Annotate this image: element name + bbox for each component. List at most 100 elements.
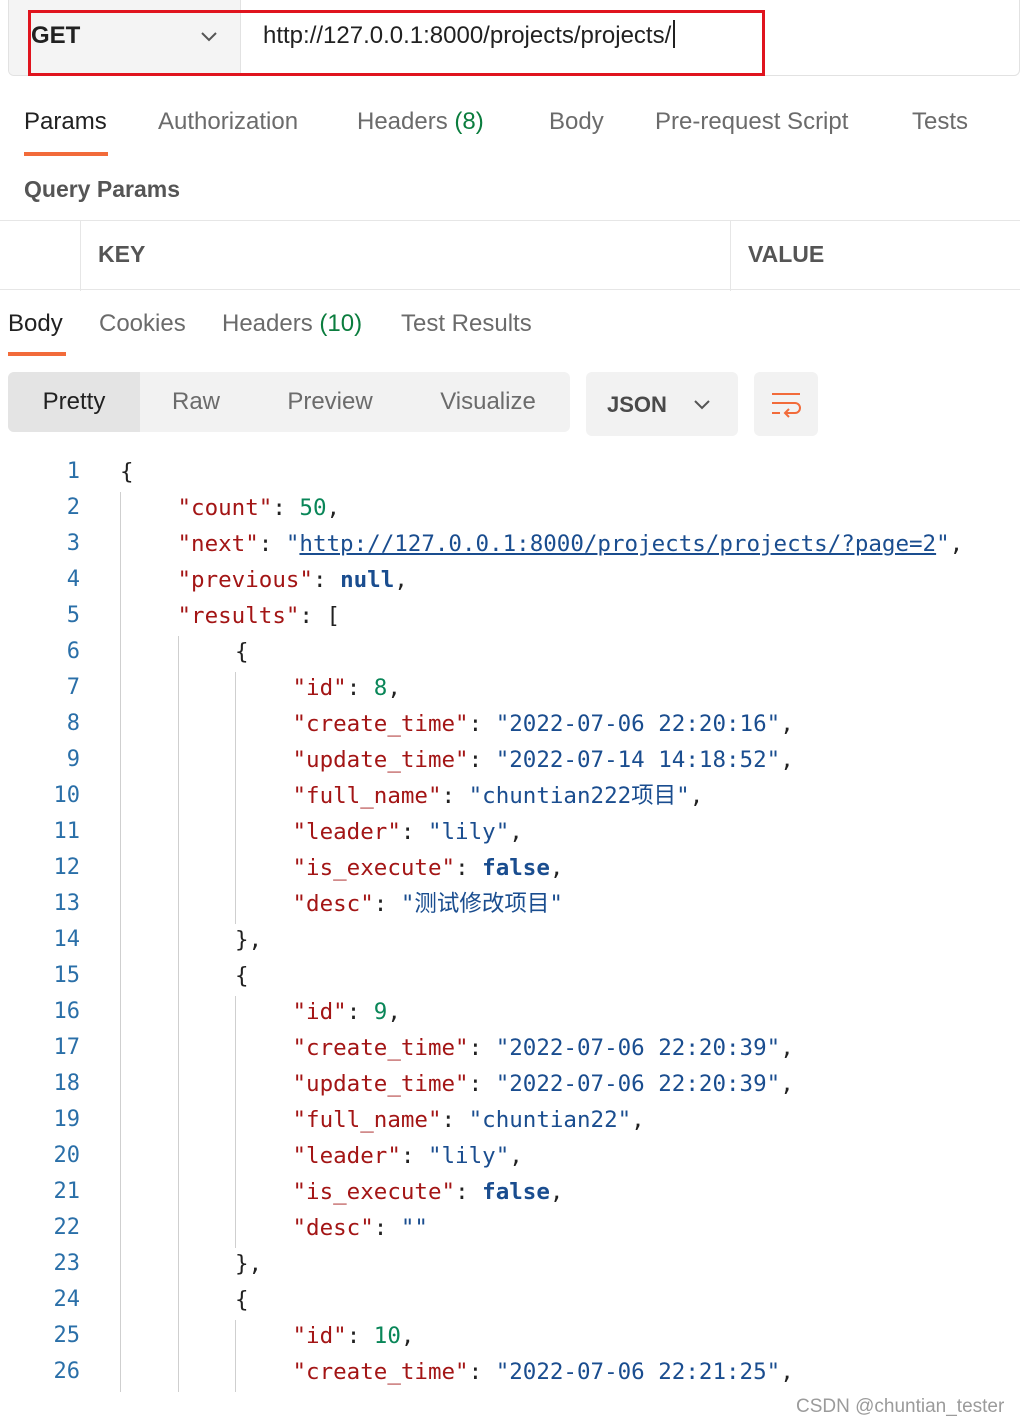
json-token: false	[482, 1179, 550, 1205]
tab-test-results[interactable]: Test Results	[401, 310, 532, 338]
json-token: "2022-07-06 22:20:39"	[495, 1071, 781, 1097]
json-link[interactable]: http://127.0.0.1:8000/projects/projects/…	[299, 531, 936, 557]
json-token: "create_time"	[292, 1035, 469, 1061]
tab-authorization[interactable]: Authorization	[158, 108, 298, 136]
code-text: },	[235, 922, 262, 958]
json-token: "update_time"	[292, 1071, 469, 1097]
request-tabs: Params Authorization Headers (8) Body Pr…	[0, 104, 1020, 156]
code-line: 24 {	[0, 1282, 1020, 1318]
line-number: 15	[53, 963, 81, 988]
wrap-lines-button[interactable]	[754, 372, 818, 436]
json-token: "id"	[292, 675, 347, 701]
code-line: 26 "create_time": "2022-07-06 22:21:25",	[0, 1354, 1020, 1390]
json-token: :	[455, 1179, 483, 1205]
tab-response-body[interactable]: Body	[8, 310, 63, 338]
json-token: :	[441, 1107, 469, 1133]
json-token: "next"	[177, 531, 259, 557]
json-token: "id"	[292, 999, 347, 1025]
view-mode-visualize[interactable]: Visualize	[420, 372, 556, 432]
json-token: },	[235, 1251, 263, 1277]
json-token: ,	[780, 747, 794, 773]
chevron-down-icon	[694, 400, 710, 410]
code-text: "count": 50,	[178, 490, 341, 526]
indent-guide	[235, 672, 236, 924]
json-token: :	[468, 711, 496, 737]
json-token: false	[482, 855, 550, 881]
code-line: 10 "full_name": "chuntian222项目",	[0, 778, 1020, 814]
code-text: "update_time": "2022-07-14 14:18:52",	[293, 742, 794, 778]
code-line: 3 "next": "http://127.0.0.1:8000/projects…	[0, 526, 1020, 562]
view-mode-pretty[interactable]: Pretty	[8, 372, 140, 432]
query-params-table: KEY VALUE	[0, 220, 1020, 291]
line-number: 18	[53, 1071, 81, 1096]
json-token: {	[235, 1287, 249, 1313]
line-number: 9	[66, 747, 80, 772]
json-token: : [	[299, 603, 341, 629]
json-token: "desc"	[292, 891, 374, 917]
json-token: ,	[949, 531, 964, 557]
indent-guide	[235, 1320, 236, 1392]
json-token: "count"	[177, 495, 273, 521]
format-select[interactable]: JSON	[586, 372, 738, 436]
json-token: "full_name"	[292, 783, 442, 809]
response-json-viewer[interactable]: 1{2 "count": 50, 3 "next": "http://127.0.0.…	[0, 454, 1020, 1394]
tab-body[interactable]: Body	[549, 108, 604, 136]
tab-tests[interactable]: Tests	[912, 108, 968, 136]
query-params-title: Query Params	[24, 176, 180, 202]
tab-params[interactable]: Params	[24, 108, 107, 136]
view-mode-raw[interactable]: Raw	[140, 372, 252, 432]
line-number: 4	[66, 567, 80, 592]
json-token: },	[235, 927, 263, 953]
json-token: :	[400, 1143, 428, 1169]
json-token: :	[312, 567, 341, 593]
wrap-lines-icon	[772, 393, 801, 418]
key-column-header: KEY	[98, 241, 146, 267]
code-text: },	[235, 1246, 262, 1282]
indent-guide	[235, 996, 236, 1248]
json-token: "chuntian222项目"	[468, 783, 690, 809]
table-divider	[730, 221, 731, 291]
json-token: {	[235, 639, 249, 665]
table-divider	[80, 221, 81, 291]
format-label: JSON	[607, 392, 667, 417]
view-mode-selector: Pretty Raw Preview Visualize	[8, 372, 570, 432]
json-token: "leader"	[292, 819, 401, 845]
json-token: ,	[780, 1035, 794, 1061]
line-number: 20	[53, 1143, 81, 1168]
code-line: 6{	[0, 634, 1020, 670]
json-token: :	[468, 1035, 496, 1061]
json-token: :	[346, 675, 374, 701]
tab-pre-request-script[interactable]: Pre-request Script	[655, 108, 848, 136]
line-number: 3	[66, 531, 80, 556]
code-line: 5 "results": [	[0, 598, 1020, 634]
json-token: ""	[400, 1215, 428, 1241]
line-number: 25	[53, 1323, 81, 1348]
json-token: "2022-07-06 22:21:25"	[495, 1359, 781, 1385]
code-text: "desc": ""	[293, 1210, 428, 1246]
json-token: ,	[631, 1107, 645, 1133]
code-line: 8 "create_time": "2022-07-06 22:20:16",	[0, 706, 1020, 742]
line-number: 26	[53, 1359, 81, 1384]
line-number: 22	[53, 1215, 81, 1240]
code-line: 4 "previous": null,	[0, 562, 1020, 598]
json-token: "2022-07-06 22:20:39"	[495, 1035, 781, 1061]
json-token: "desc"	[292, 1215, 374, 1241]
tab-headers[interactable]: Headers (8)	[357, 108, 484, 136]
json-token: "lily"	[427, 819, 510, 845]
json-token: "chuntian22"	[468, 1107, 632, 1133]
tab-response-headers[interactable]: Headers (10)	[222, 310, 362, 338]
json-token: ,	[387, 675, 401, 701]
tab-cookies[interactable]: Cookies	[99, 310, 186, 338]
code-text: {	[235, 634, 249, 670]
json-token: :	[258, 531, 286, 557]
json-token: :	[373, 891, 401, 917]
view-mode-preview[interactable]: Preview	[266, 372, 394, 432]
json-token: 9	[373, 999, 388, 1025]
json-token: ,	[549, 1179, 564, 1205]
line-number: 21	[53, 1179, 81, 1204]
json-token: "2022-07-06 22:20:16"	[495, 711, 781, 737]
code-line: 11 "leader": "lily",	[0, 814, 1020, 850]
code-line: 20 "leader": "lily",	[0, 1138, 1020, 1174]
code-text: "is_execute": false,	[293, 1174, 564, 1210]
json-token: ,	[780, 1071, 794, 1097]
